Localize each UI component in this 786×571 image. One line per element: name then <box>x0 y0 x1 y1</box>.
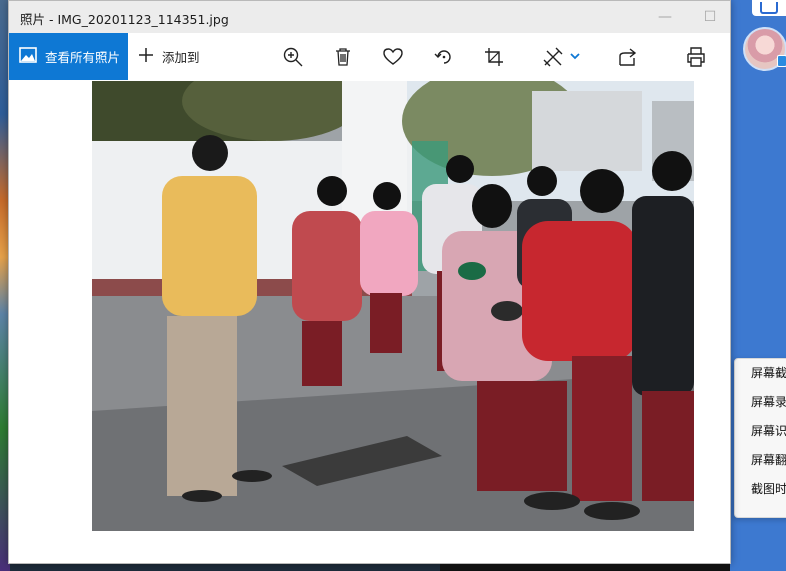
photo-canvas <box>9 80 730 563</box>
window-title: 照片 - IMG_20201123_114351.jpg <box>20 12 229 27</box>
avatar-badge-icon <box>777 55 786 67</box>
share-icon[interactable] <box>616 45 640 69</box>
maximize-button[interactable]: ☐ <box>702 9 718 25</box>
title-bar: 照片 - IMG_20201123_114351.jpg — ☐ <box>9 1 730 33</box>
chevron-down-icon[interactable] <box>569 49 581 63</box>
context-menu-item-record[interactable]: 屏幕录 <box>735 388 786 417</box>
photo-image[interactable] <box>92 81 694 531</box>
context-menu-item-screenshot[interactable]: 屏幕截 <box>735 359 786 388</box>
plus-icon <box>138 47 154 67</box>
context-menu-item-recognize[interactable]: 屏幕识 <box>735 417 786 446</box>
delete-icon[interactable] <box>331 45 355 69</box>
zoom-in-icon[interactable] <box>281 45 305 69</box>
add-to-label: 添加到 <box>162 50 200 65</box>
edit-create-icon[interactable] <box>541 45 565 69</box>
photos-app-window: 照片 - IMG_20201123_114351.jpg — ☐ 查看所有照片 … <box>8 0 731 564</box>
view-all-photos-label: 查看所有照片 <box>45 50 121 65</box>
crop-icon[interactable] <box>482 45 506 69</box>
view-all-photos-button[interactable]: 查看所有照片 <box>9 33 128 80</box>
minimize-button[interactable]: — <box>657 9 673 25</box>
toolbar: 查看所有照片 添加到 <box>9 33 730 80</box>
print-icon[interactable] <box>684 45 708 69</box>
user-avatar[interactable] <box>743 27 786 71</box>
context-menu-item-translate[interactable]: 屏幕翻 <box>735 446 786 475</box>
panel-top-icon[interactable] <box>752 0 786 16</box>
add-to-button[interactable]: 添加到 <box>138 33 200 80</box>
context-menu-item-capture-option[interactable]: 截图时 <box>735 475 786 504</box>
photo-scene <box>92 81 694 531</box>
photo-gallery-icon <box>19 46 37 67</box>
context-menu: 屏幕截 屏幕录 屏幕识 屏幕翻 截图时 <box>734 358 786 518</box>
taskbar-strip <box>440 564 730 571</box>
favorite-heart-icon[interactable] <box>381 45 405 69</box>
rotate-icon[interactable] <box>432 45 456 69</box>
